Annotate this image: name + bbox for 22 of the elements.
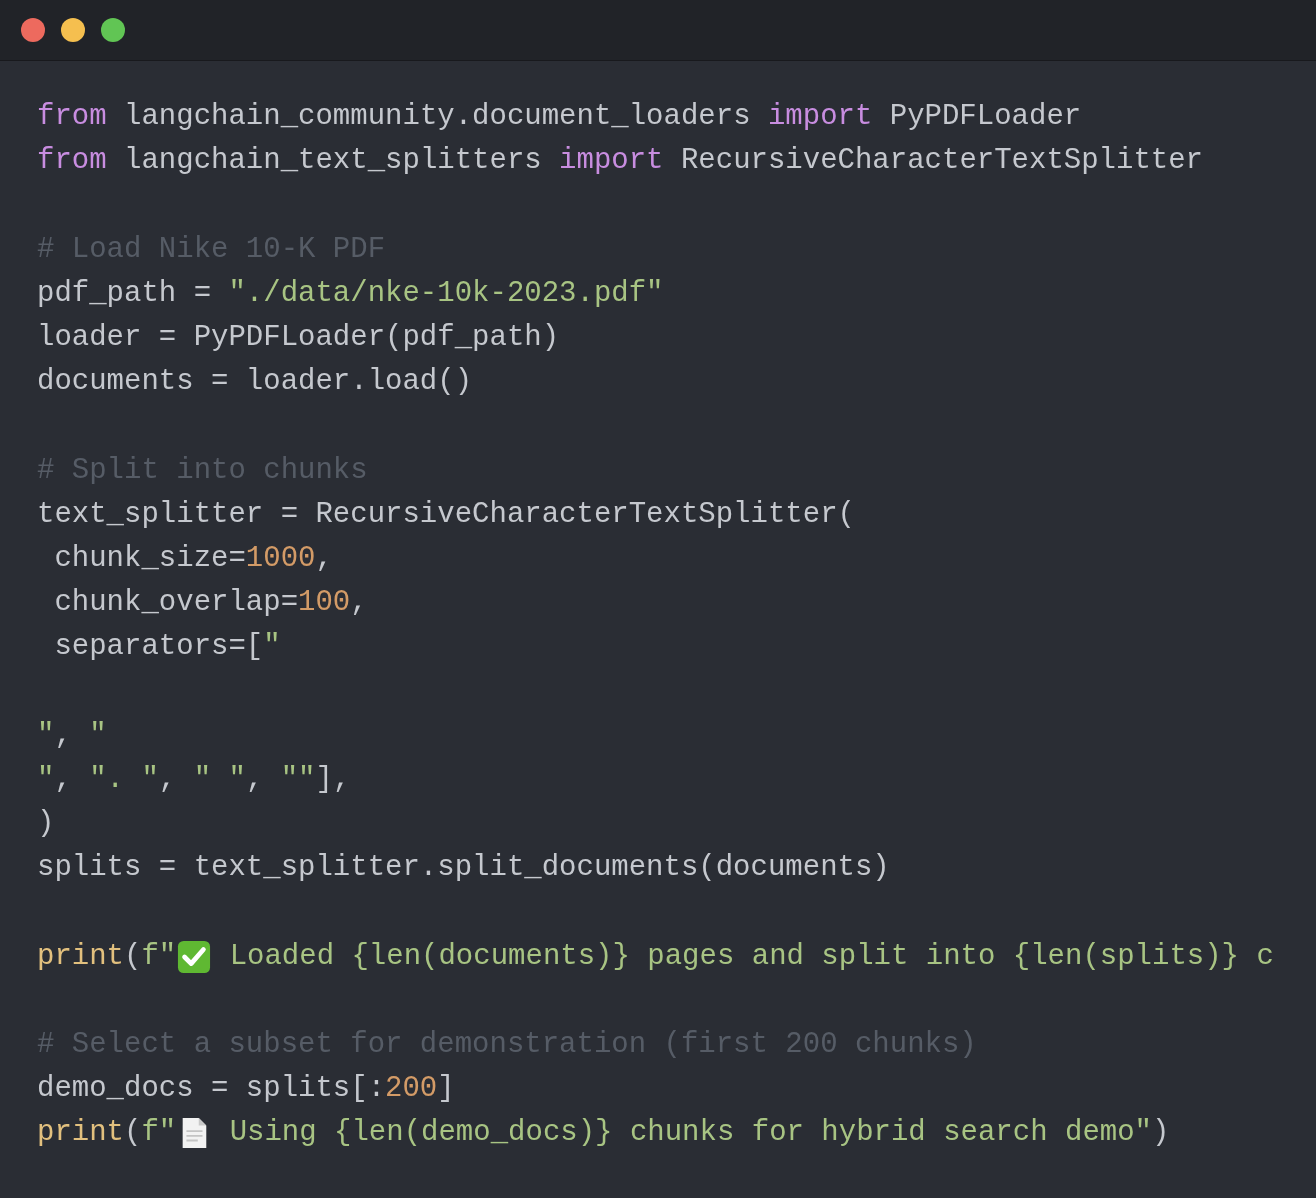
- code-line: ", ". ", " ", ""],: [37, 761, 351, 798]
- code-line: ): [37, 806, 55, 843]
- close-button[interactable]: [21, 18, 45, 42]
- code-line: from langchain_text_splitters import RecursiveCharacterTextSplitter: [37, 143, 1204, 180]
- code-line: print(f": [37, 1115, 177, 1152]
- code-line: chunk_size=1000,: [53, 540, 333, 577]
- code-line: pdf_path = "./data/nke-10k-2023.pdf": [37, 275, 664, 312]
- code-line: documents = loader.load(): [37, 364, 473, 401]
- code-line: Using {len(demo_docs)} chunks for hybrid search demo"): [228, 1115, 1170, 1152]
- minimize-button[interactable]: [61, 18, 85, 42]
- code-line: text_splitter = RecursiveCharacterTextSplitter(: [37, 496, 855, 533]
- code-line: loader = PyPDFLoader(pdf_path): [37, 320, 560, 357]
- code-line: separators=[": [53, 629, 281, 666]
- code-line: demo_docs = splits[:200]: [37, 1071, 455, 1108]
- code-line: ", ": [37, 717, 107, 754]
- check-icon: [177, 939, 212, 974]
- code-line: splits = text_splitter.split_documents(documents): [37, 850, 890, 887]
- zoom-button[interactable]: [101, 18, 125, 42]
- code-line: from langchain_community.document_loaders import PyPDFLoader: [37, 99, 1082, 136]
- code-line: chunk_overlap=100,: [53, 585, 368, 622]
- code-line: print(f": [37, 938, 177, 975]
- code-line: Loaded {len(documents)} pages and split into {len(splits)} c: [228, 938, 1274, 975]
